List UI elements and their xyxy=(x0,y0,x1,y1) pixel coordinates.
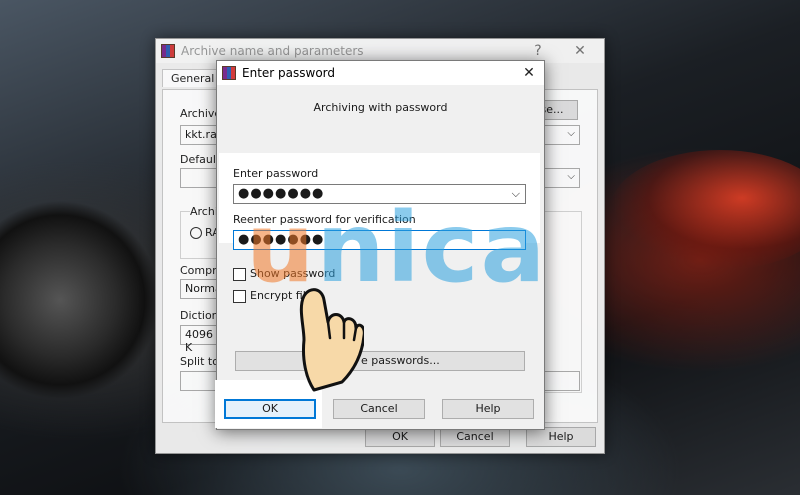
checkbox-icon xyxy=(233,289,246,303)
archive-cancel-button[interactable]: Cancel xyxy=(440,427,510,447)
checkbox-icon xyxy=(233,267,246,281)
chevron-down-icon: ⌵ xyxy=(567,171,575,182)
pointing-hand-icon xyxy=(299,288,364,392)
password-dialog-title: Enter password xyxy=(242,66,335,80)
dictionary-select[interactable]: 4096 K xyxy=(180,325,220,354)
password-dialog-titlebar: Enter password ✕ xyxy=(217,61,544,85)
password-dialog-subtitle: Archiving with password xyxy=(313,101,448,114)
archive-ok-button[interactable]: OK xyxy=(365,427,435,447)
winrar-icon xyxy=(161,44,175,58)
radio-icon xyxy=(190,227,202,239)
close-icon[interactable]: ✕ xyxy=(568,42,592,60)
chevron-down-icon: ⌵ xyxy=(567,128,575,139)
archive-name-label: Archive xyxy=(180,107,222,120)
background-car-light xyxy=(610,150,800,270)
cancel-button[interactable]: Cancel xyxy=(333,399,425,419)
organize-passwords-button[interactable]: e passwords... xyxy=(235,351,525,371)
default-profile-label: Default xyxy=(180,153,221,166)
help-button[interactable]: Help xyxy=(442,399,534,419)
archive-help-button[interactable]: Help xyxy=(526,427,596,447)
compression-select[interactable]: Norma xyxy=(180,279,222,299)
help-icon[interactable]: ? xyxy=(526,42,550,60)
archive-format-label: Archi xyxy=(190,205,218,218)
tab-general[interactable]: General xyxy=(162,69,224,87)
winrar-icon xyxy=(222,66,236,80)
split-volumes-field[interactable] xyxy=(180,371,220,391)
close-icon[interactable]: ✕ xyxy=(517,64,541,82)
organize-passwords-label: e passwords... xyxy=(361,354,440,367)
ok-button[interactable]: OK xyxy=(224,399,316,419)
archive-dialog-title: Archive name and parameters xyxy=(181,44,364,58)
enter-password-label: Enter password xyxy=(233,167,319,180)
split-volumes-label: Split to xyxy=(180,355,219,368)
background-car-wheel xyxy=(0,200,160,400)
